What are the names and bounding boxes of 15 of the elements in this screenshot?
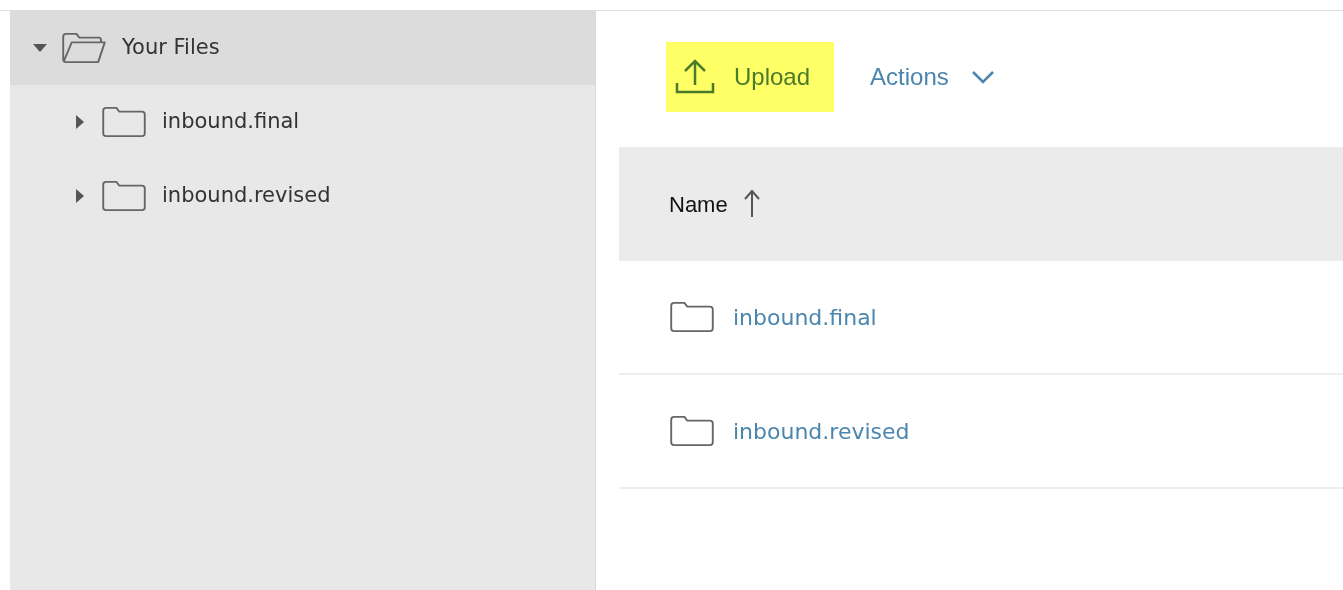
file-link[interactable]: inbound.revised [733, 414, 910, 448]
upload-icon [674, 59, 716, 95]
open-folder-icon [60, 31, 108, 65]
folder-icon [100, 105, 148, 139]
column-header[interactable]: Name [669, 187, 762, 221]
actions-dropdown[interactable]: Actions [856, 51, 1009, 103]
tree-item[interactable]: inbound.revised [10, 159, 595, 233]
chevron-down-icon [970, 70, 995, 84]
tree-item[interactable]: Your Files [10, 11, 595, 85]
folder-icon [100, 179, 148, 213]
file-link[interactable]: inbound.final [733, 300, 877, 334]
upload-button[interactable]: Upload [666, 42, 835, 112]
tree-item[interactable]: inbound.final [10, 85, 595, 159]
folder-icon [669, 300, 715, 334]
folder-icon [669, 414, 715, 448]
